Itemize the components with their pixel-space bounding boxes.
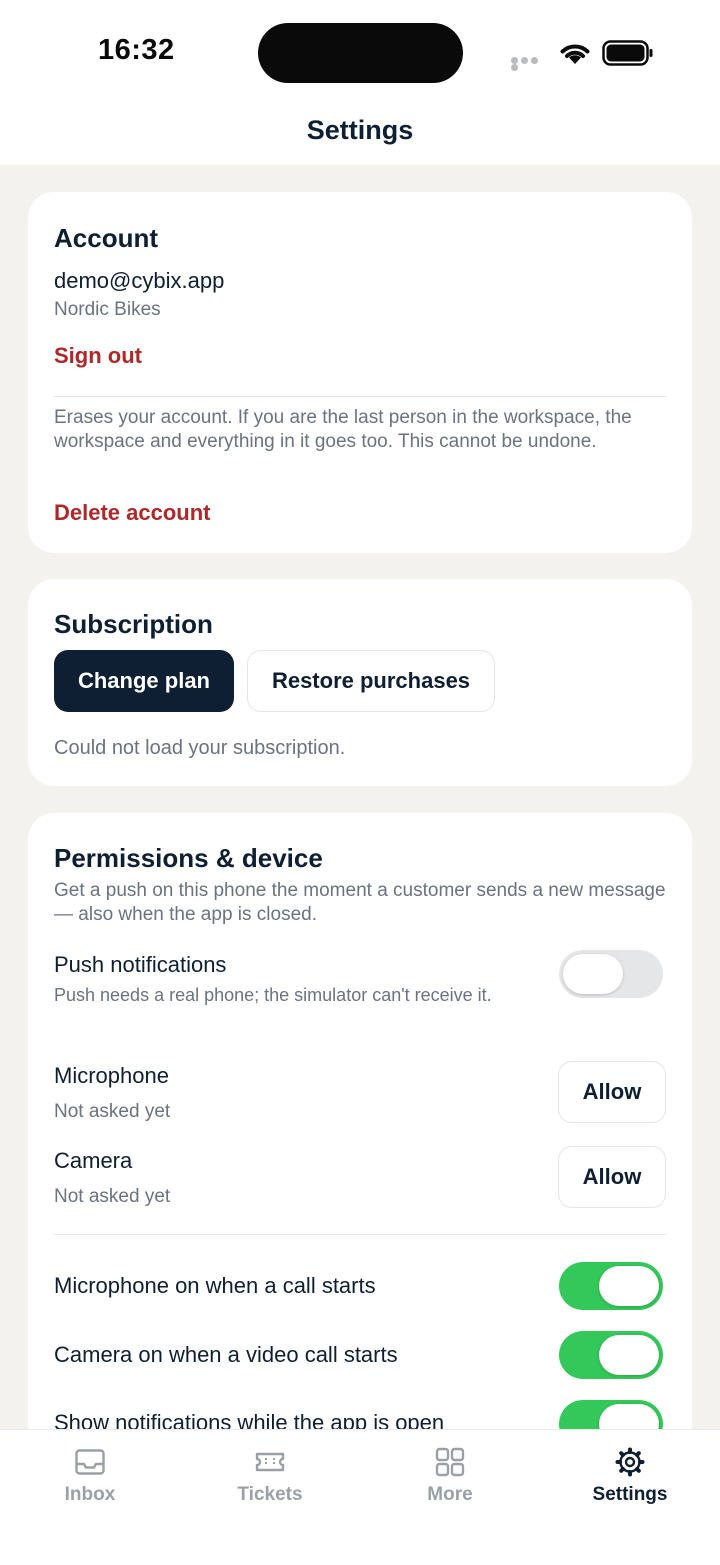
- tab-settings-label: Settings: [592, 1484, 668, 1505]
- push-notifications-note: Push needs a real phone; the simulator c…: [54, 985, 492, 1005]
- dynamic-island: [258, 23, 463, 83]
- tab-tickets-label: Tickets: [237, 1484, 303, 1505]
- camera-allow-button[interactable]: Allow: [558, 1146, 666, 1208]
- delete-account-description: Erases your account. If you are the last…: [54, 407, 632, 452]
- permissions-divider: [54, 1234, 666, 1235]
- status-time: 16:32: [98, 34, 175, 66]
- tab-inbox[interactable]: Inbox: [0, 1430, 180, 1530]
- permissions-title: Permissions & device: [54, 843, 323, 873]
- account-title: Account: [54, 223, 158, 253]
- toggle-knob: [599, 1266, 659, 1306]
- microphone-label: Microphone: [54, 1063, 169, 1088]
- account-email: demo@cybix.app: [54, 268, 225, 293]
- account-divider: [54, 396, 666, 397]
- toggle-knob: [599, 1335, 659, 1375]
- microphone-allow-button[interactable]: Allow: [558, 1061, 666, 1123]
- camera-on-video-toggle[interactable]: [559, 1331, 663, 1379]
- delete-account-button[interactable]: Delete account: [54, 500, 211, 526]
- tab-settings[interactable]: Settings: [540, 1430, 720, 1530]
- microphone-status: Not asked yet: [54, 1101, 171, 1122]
- grid-icon: [435, 1447, 465, 1477]
- camera-on-video-label: Camera on when a video call starts: [54, 1342, 398, 1367]
- tab-more[interactable]: More: [360, 1430, 540, 1530]
- account-card: Account demo@cybix.app Nordic Bikes Sign…: [28, 192, 692, 553]
- inbox-icon: [75, 1449, 105, 1475]
- top-bar: 16:32 Settings: [0, 0, 720, 165]
- gear-icon: [615, 1447, 645, 1477]
- tab-more-label: More: [427, 1484, 473, 1505]
- push-notifications-label: Push notifications: [54, 952, 227, 977]
- account-workspace: Nordic Bikes: [54, 299, 161, 320]
- tab-tickets[interactable]: Tickets: [180, 1430, 360, 1530]
- cellular-signal-icon: [511, 57, 547, 71]
- push-notifications-toggle[interactable]: [559, 950, 663, 998]
- permissions-card: Permissions & device Get a push on this …: [28, 813, 692, 1473]
- ticket-icon: [255, 1452, 285, 1472]
- subscription-card: Subscription Change plan Restore purchas…: [28, 579, 692, 786]
- permissions-description: Get a push on this phone the moment a cu…: [54, 880, 666, 925]
- wifi-icon: [560, 44, 590, 64]
- sign-out-button[interactable]: Sign out: [54, 343, 142, 369]
- camera-label: Camera: [54, 1148, 133, 1173]
- toggle-knob: [563, 954, 623, 994]
- restore-purchases-button[interactable]: Restore purchases: [247, 650, 495, 712]
- subscription-title: Subscription: [54, 609, 213, 639]
- mic-on-call-toggle[interactable]: [559, 1262, 663, 1310]
- tab-inbox-label: Inbox: [64, 1484, 116, 1505]
- camera-status: Not asked yet: [54, 1186, 171, 1207]
- change-plan-button[interactable]: Change plan: [54, 650, 234, 712]
- subscription-status: Could not load your subscription.: [54, 737, 346, 759]
- battery-icon: [602, 40, 653, 66]
- tab-bar: Inbox Tickets More Settings: [0, 1429, 720, 1565]
- page-title: Settings: [306, 115, 414, 145]
- mic-on-call-label: Microphone on when a call starts: [54, 1273, 376, 1298]
